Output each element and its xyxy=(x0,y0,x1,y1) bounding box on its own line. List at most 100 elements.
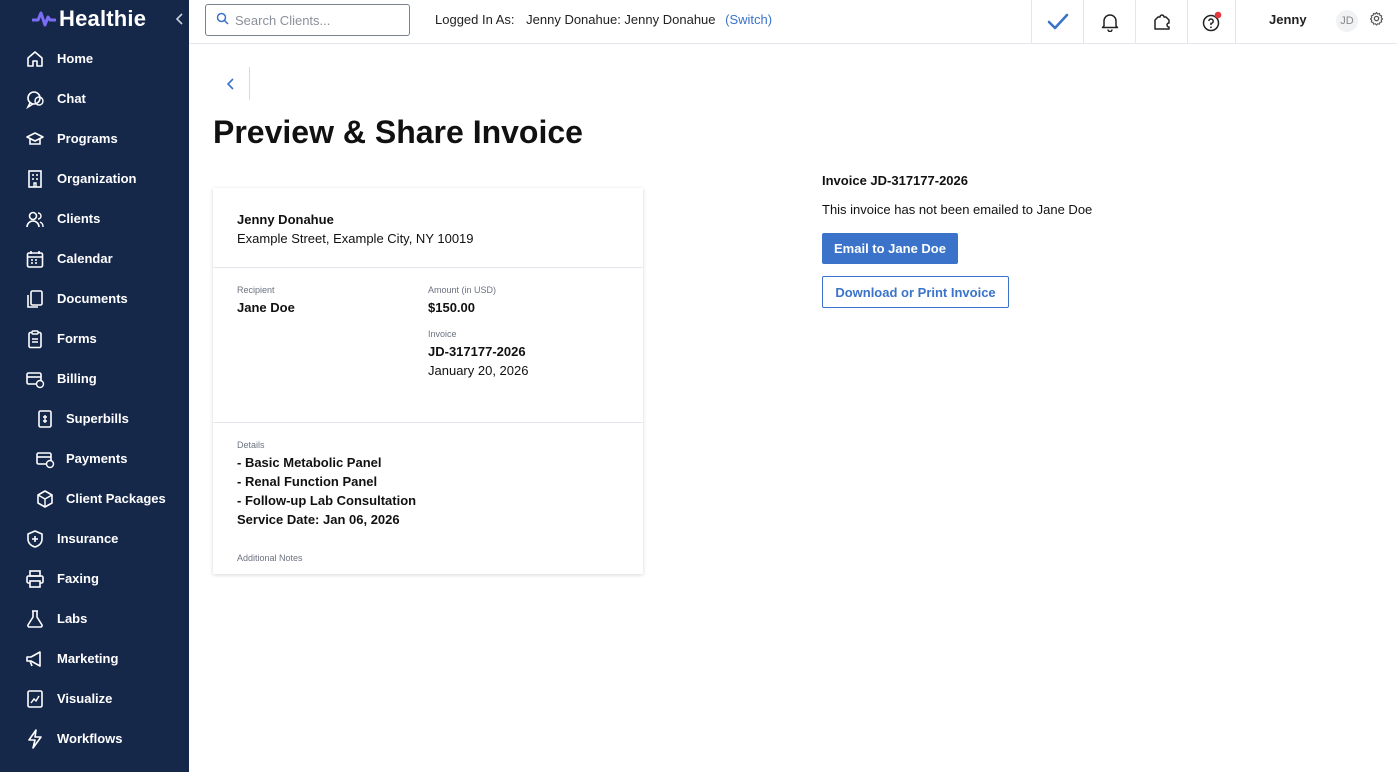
collapse-sidebar-button[interactable] xyxy=(172,9,188,29)
bolt-icon xyxy=(25,729,45,749)
top-bar: Logged In As: Jenny Donahue: Jenny Donah… xyxy=(189,0,1397,44)
chevron-left-icon xyxy=(226,77,234,90)
tasks-button[interactable] xyxy=(1031,0,1083,43)
sidebar-item-visualize[interactable]: Visualize xyxy=(0,679,189,719)
billing-icon xyxy=(25,369,45,389)
amount-label: Amount (in USD) xyxy=(428,285,497,295)
chat-icon xyxy=(25,89,45,109)
sidebar-item-label: Superbills xyxy=(66,411,129,426)
clipboard-icon xyxy=(25,329,45,349)
sidebar-item-labs[interactable]: Labs xyxy=(0,599,189,639)
sidebar-item-label: Organization xyxy=(57,171,137,186)
invoice-heading: Invoice JD-317177-2026 xyxy=(822,173,968,188)
sidebar-item-insurance[interactable]: Insurance xyxy=(0,519,189,559)
sidebar-item-home[interactable]: Home xyxy=(0,39,189,79)
invoice-summary-section: Recipient Jane Doe Amount (in USD) $150.… xyxy=(213,269,643,423)
sidebar-item-label: Chat xyxy=(57,91,86,106)
sidebar-item-forms[interactable]: Forms xyxy=(0,319,189,359)
sidebar-item-faxing[interactable]: Faxing xyxy=(0,559,189,599)
sidebar-item-label: Client Packages xyxy=(66,491,166,506)
sidebar-item-label: Programs xyxy=(57,131,118,146)
service-date: Service Date: Jan 06, 2026 xyxy=(237,512,400,527)
bell-icon xyxy=(1101,13,1118,32)
logo-text: Healthie xyxy=(59,6,147,31)
logged-in-label: Logged In As: xyxy=(435,12,515,27)
sidebar-item-payments[interactable]: Payments xyxy=(0,439,189,479)
healthie-logo-icon xyxy=(32,11,56,27)
sidebar-item-label: Insurance xyxy=(57,531,119,546)
checkmark-icon xyxy=(1047,13,1068,29)
sidebar-item-superbills[interactable]: Superbills xyxy=(0,399,189,439)
invoice-number: JD-317177-2026 xyxy=(428,344,526,359)
sidebar-item-programs[interactable]: Programs xyxy=(0,119,189,159)
sidebar: Healthie Home Chat Programs Organization Cli… xyxy=(0,0,189,772)
user-name: Jenny xyxy=(1269,12,1307,27)
sidebar-item-calendar[interactable]: Calendar xyxy=(0,239,189,279)
payments-icon xyxy=(35,449,55,469)
graduation-cap-icon xyxy=(25,129,45,149)
shield-icon xyxy=(25,529,45,549)
flask-icon xyxy=(25,609,45,629)
help-icon xyxy=(1202,11,1221,31)
sidebar-item-label: Faxing xyxy=(57,571,99,586)
page-title: Preview & Share Invoice xyxy=(213,114,583,150)
back-button[interactable] xyxy=(213,67,250,100)
sidebar-item-label: Clients xyxy=(57,211,101,226)
provider-name: Jenny Donahue xyxy=(237,212,334,227)
invoice-date: January 20, 2026 xyxy=(428,363,529,378)
chevron-left-icon xyxy=(175,13,183,25)
integrations-button[interactable] xyxy=(1135,0,1187,43)
documents-icon xyxy=(25,289,45,309)
chart-icon xyxy=(25,689,45,709)
printer-icon xyxy=(25,569,45,589)
email-invoice-button[interactable]: Email to Jane Doe xyxy=(822,233,958,264)
sidebar-item-label: Workflows xyxy=(57,731,123,746)
package-icon xyxy=(35,489,55,509)
sidebar-item-client-packages[interactable]: Client Packages xyxy=(0,479,189,519)
details-label: Details xyxy=(237,440,265,450)
sidebar-item-organization[interactable]: Organization xyxy=(0,159,189,199)
notification-dot xyxy=(1214,11,1221,18)
recipient-label: Recipient xyxy=(237,285,275,295)
search-box[interactable] xyxy=(205,4,410,36)
sidebar-item-label: Home xyxy=(57,51,94,66)
calendar-icon xyxy=(25,249,45,269)
download-print-button[interactable]: Download or Print Invoice xyxy=(822,276,1009,308)
sidebar-item-clients[interactable]: Clients xyxy=(0,199,189,239)
notifications-button[interactable] xyxy=(1083,0,1135,43)
healthie-logo[interactable]: Healthie xyxy=(32,6,146,32)
sidebar-item-label: Labs xyxy=(57,611,88,626)
search-input[interactable] xyxy=(235,11,405,29)
details-line: - Renal Function Panel xyxy=(237,474,378,489)
sidebar-item-label: Billing xyxy=(57,371,97,386)
sidebar-item-label: Payments xyxy=(66,451,128,466)
megaphone-icon xyxy=(25,649,45,669)
home-icon xyxy=(25,49,45,69)
sidebar-item-label: Marketing xyxy=(57,651,119,666)
building-icon xyxy=(25,169,45,189)
sidebar-item-workflows[interactable]: Workflows xyxy=(0,719,189,759)
sidebar-item-label: Forms xyxy=(57,331,97,346)
sidebar-item-label: Documents xyxy=(57,291,128,306)
users-icon xyxy=(25,209,45,229)
recipient-name: Jane Doe xyxy=(237,300,295,315)
search-icon xyxy=(216,12,229,25)
sidebar-item-billing[interactable]: Billing xyxy=(0,359,189,399)
sidebar-item-marketing[interactable]: Marketing xyxy=(0,639,189,679)
logged-in-user: Jenny Donahue: Jenny Donahue xyxy=(526,12,716,27)
details-section: Details - Basic Metabolic Panel - Renal … xyxy=(213,424,643,574)
help-button[interactable] xyxy=(1187,0,1235,43)
app-root: Healthie Home Chat Programs Organization Cli… xyxy=(0,0,1397,772)
avatar[interactable]: JD xyxy=(1336,10,1358,32)
sidebar-item-chat[interactable]: Chat xyxy=(0,79,189,119)
amount-value: $150.00 xyxy=(428,300,475,315)
sidebar-item-documents[interactable]: Documents xyxy=(0,279,189,319)
user-menu[interactable]: Jenny JD xyxy=(1235,0,1397,43)
invoice-preview-card: Jenny Donahue Example Street, Example Ci… xyxy=(213,188,643,574)
puzzle-icon xyxy=(1153,13,1170,30)
gear-icon[interactable] xyxy=(1369,11,1384,26)
email-status: This invoice has not been emailed to Jan… xyxy=(822,202,1093,217)
details-line: - Basic Metabolic Panel xyxy=(237,455,382,470)
switch-user-link[interactable]: (Switch) xyxy=(725,12,772,27)
sidebar-item-label: Visualize xyxy=(57,691,113,706)
